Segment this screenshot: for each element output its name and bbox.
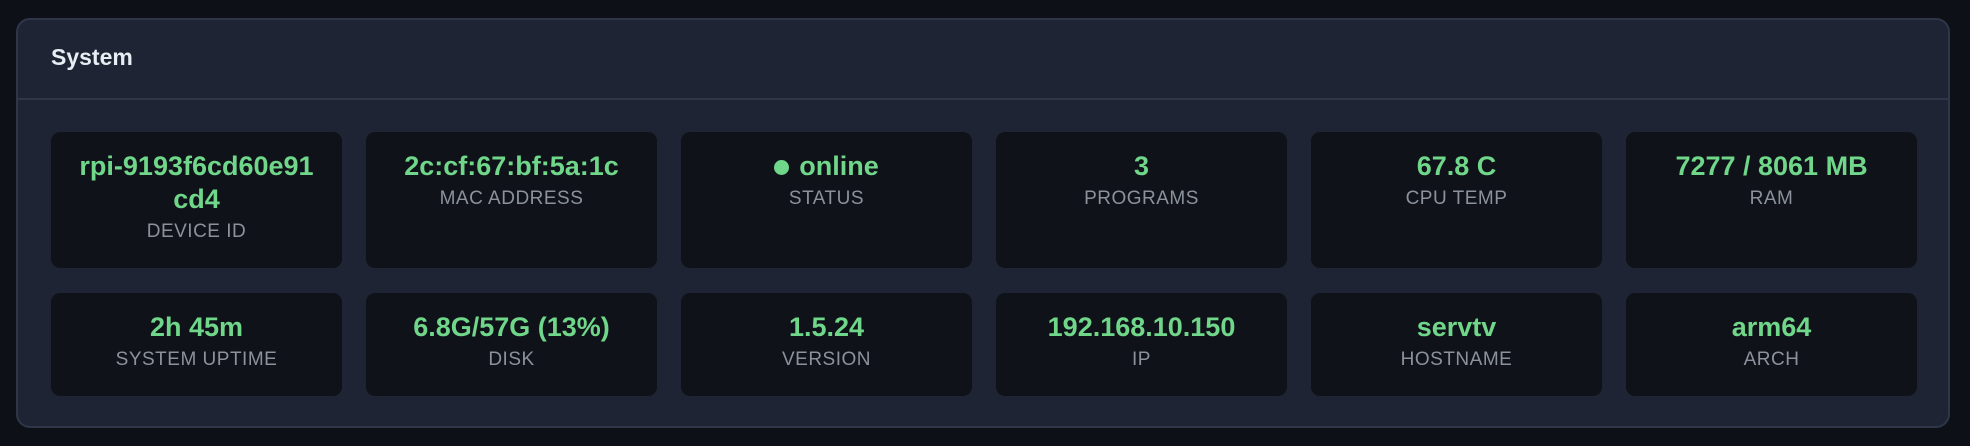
system-uptime-value: 2h 45m (149, 312, 244, 342)
ip-card: 192.168.10.150 IP (996, 293, 1287, 396)
status-dot-icon (774, 160, 790, 175)
version-card: 1.5.24 VERSION (681, 293, 972, 396)
hostname-label: HOSTNAME (1400, 349, 1513, 370)
status-value: online (799, 151, 879, 181)
disk-card: 6.8G/57G (13%) DISK (366, 293, 657, 396)
mac-address-value: 2c:cf:67:bf:5a:1c (404, 151, 619, 181)
cpu-temp-value: 67.8 C (1416, 151, 1497, 181)
version-label: VERSION (781, 349, 872, 370)
status-indicator: online (774, 150, 879, 183)
hostname-card: servtv HOSTNAME (1311, 293, 1602, 396)
hostname-value: servtv (1416, 312, 1497, 342)
system-info-grid: rpi-9193f6cd60e91cd4 DEVICE ID 2c:cf:67:… (51, 132, 1917, 396)
ram-card: 7277 / 8061 MB RAM (1626, 132, 1917, 268)
panel-header: System (18, 20, 1948, 100)
cpu-temp-label: CPU TEMP (1405, 188, 1508, 209)
disk-label: DISK (488, 349, 535, 370)
mac-address-card: 2c:cf:67:bf:5a:1c MAC ADDRESS (366, 132, 657, 268)
programs-label: PROGRAMS (1084, 188, 1199, 209)
ram-label: RAM (1749, 188, 1794, 209)
programs-value: 3 (1133, 151, 1150, 181)
disk-value: 6.8G/57G (13%) (413, 312, 610, 342)
system-uptime-card: 2h 45m SYSTEM UPTIME (51, 293, 342, 396)
arch-card: arm64 ARCH (1626, 293, 1917, 396)
device-id-card: rpi-9193f6cd60e91cd4 DEVICE ID (51, 132, 342, 268)
arch-label: ARCH (1743, 349, 1800, 370)
status-card: online STATUS (681, 132, 972, 268)
ip-value: 192.168.10.150 (1047, 312, 1236, 342)
mac-address-label: MAC ADDRESS (439, 188, 584, 209)
panel-title: System (51, 43, 133, 70)
version-value: 1.5.24 (788, 312, 865, 342)
arch-value: arm64 (1731, 312, 1812, 342)
system-uptime-label: SYSTEM UPTIME (115, 349, 278, 370)
ram-value: 7277 / 8061 MB (1675, 151, 1868, 181)
cpu-temp-card: 67.8 C CPU TEMP (1311, 132, 1602, 268)
programs-card: 3 PROGRAMS (996, 132, 1287, 268)
device-id-label: DEVICE ID (146, 221, 247, 242)
status-label: STATUS (788, 188, 865, 209)
system-panel: System rpi-9193f6cd60e91cd4 DEVICE ID 2c… (16, 18, 1950, 428)
device-id-value: rpi-9193f6cd60e91cd4 (79, 151, 314, 214)
ip-label: IP (1132, 349, 1151, 370)
